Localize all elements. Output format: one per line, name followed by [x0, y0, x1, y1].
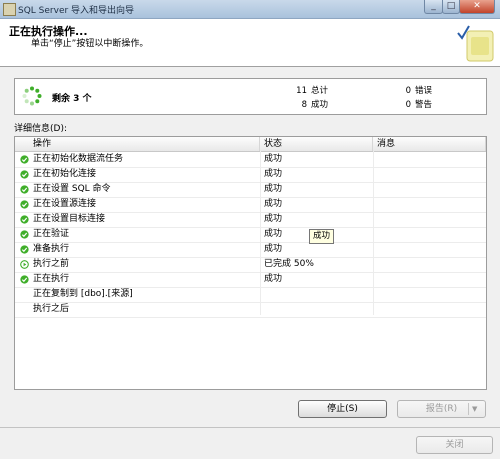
- row-action: 正在验证: [33, 229, 70, 239]
- row-action: 正在初始化数据流任务: [33, 154, 124, 164]
- success-icon: [20, 230, 29, 239]
- table-row[interactable]: 准备执行 成功: [15, 242, 486, 258]
- dropdown-arrow-icon[interactable]: ▼: [472, 401, 477, 418]
- app-icon: [3, 3, 16, 16]
- status-tooltip: 成功: [309, 229, 335, 244]
- row-action: 正在设置 SQL 命令: [33, 184, 111, 194]
- row-status: 成功: [264, 169, 283, 179]
- row-status: 成功: [264, 214, 283, 224]
- close-button[interactable]: 关闭: [416, 436, 493, 454]
- column-message[interactable]: 消息: [373, 137, 486, 151]
- maximize-button[interactable]: □: [442, 0, 460, 14]
- row-status: 成功: [264, 199, 283, 209]
- success-stat: 8 成功: [285, 98, 328, 110]
- row-status: 已完成 50%: [264, 259, 314, 269]
- success-icon: [20, 245, 29, 254]
- progress-summary: 剩余 3 个 11 总计 8 成功 0 错误 0 警告: [14, 78, 487, 115]
- success-icon: [20, 155, 29, 164]
- warning-label: 警告: [415, 100, 433, 110]
- success-icon: [20, 275, 29, 284]
- grid-header: 操作 状态 消息: [15, 137, 486, 152]
- row-action: 正在执行: [33, 274, 70, 284]
- title-bar: SQL Server 导入和导出向导 _ □ ✕: [0, 0, 500, 19]
- row-status: 成功: [264, 244, 283, 254]
- success-label: 成功: [311, 100, 329, 110]
- split-divider: [468, 403, 469, 415]
- column-status[interactable]: 状态: [260, 137, 373, 151]
- wizard-graphic-icon: [457, 25, 494, 62]
- table-row[interactable]: 正在初始化数据流任务 成功: [15, 152, 486, 168]
- total-stat: 11 总计: [285, 84, 328, 96]
- table-row[interactable]: 执行之后: [15, 302, 486, 318]
- remaining-count: 剩余 3 个: [52, 94, 92, 104]
- table-row[interactable]: 正在执行 成功: [15, 272, 486, 288]
- footer-divider: [0, 427, 500, 428]
- success-icon: [20, 185, 29, 194]
- progress-spinner-icon: [22, 86, 42, 106]
- table-row[interactable]: 正在设置目标连接 成功: [15, 212, 486, 228]
- error-stat: 0 错误: [389, 84, 432, 96]
- error-label: 错误: [415, 86, 433, 96]
- table-row[interactable]: 正在验证 成功: [15, 227, 486, 243]
- row-action: 正在初始化连接: [33, 169, 97, 179]
- error-count: 0: [405, 86, 411, 96]
- row-status: 成功: [264, 274, 283, 284]
- table-row[interactable]: 正在设置 SQL 命令 成功: [15, 182, 486, 198]
- success-count: 8: [301, 100, 307, 110]
- row-status: 成功: [264, 184, 283, 194]
- success-icon: [20, 200, 29, 209]
- details-grid[interactable]: 操作 状态 消息 正在初始化数据流任务 成功 正在初始化连接 成功 正在设置 SQL 命…: [14, 136, 487, 390]
- row-status: 成功: [264, 154, 283, 164]
- row-status: 成功: [264, 229, 283, 239]
- row-action: 正在设置目标连接: [33, 214, 106, 224]
- details-label: 详细信息(D):: [14, 124, 67, 134]
- page-subtitle: 单击“停止”按钮以中断操作。: [31, 39, 149, 49]
- report-button[interactable]: 报告(R) ▼: [397, 400, 486, 418]
- total-label: 总计: [311, 86, 329, 96]
- table-row[interactable]: 正在初始化连接 成功: [15, 167, 486, 183]
- total-count: 11: [296, 86, 307, 96]
- report-button-label: 报告(R): [425, 404, 458, 414]
- table-row[interactable]: 正在复制到 [dbo].[来源]: [15, 287, 486, 303]
- success-icon: [20, 170, 29, 179]
- row-action: 准备执行: [33, 244, 70, 254]
- wizard-header: 正在执行操作... 单击“停止”按钮以中断操作。: [0, 19, 500, 67]
- close-window-button[interactable]: ✕: [459, 0, 495, 14]
- in-progress-icon: [20, 260, 29, 269]
- warning-count: 0: [405, 100, 411, 110]
- window-title: SQL Server 导入和导出向导: [18, 6, 135, 16]
- row-action: 执行之后: [33, 304, 70, 314]
- row-action: 正在设置源连接: [33, 199, 97, 209]
- success-icon: [20, 215, 29, 224]
- column-action[interactable]: 操作: [15, 137, 260, 151]
- minimize-button[interactable]: _: [424, 0, 443, 14]
- stop-button[interactable]: 停止(S): [298, 400, 387, 418]
- warning-stat: 0 警告: [389, 98, 432, 110]
- table-row[interactable]: 执行之前 已完成 50%: [15, 257, 486, 273]
- row-action: 执行之前: [33, 259, 70, 269]
- row-action: 正在复制到 [dbo].[来源]: [33, 289, 133, 299]
- table-row[interactable]: 正在设置源连接 成功: [15, 197, 486, 213]
